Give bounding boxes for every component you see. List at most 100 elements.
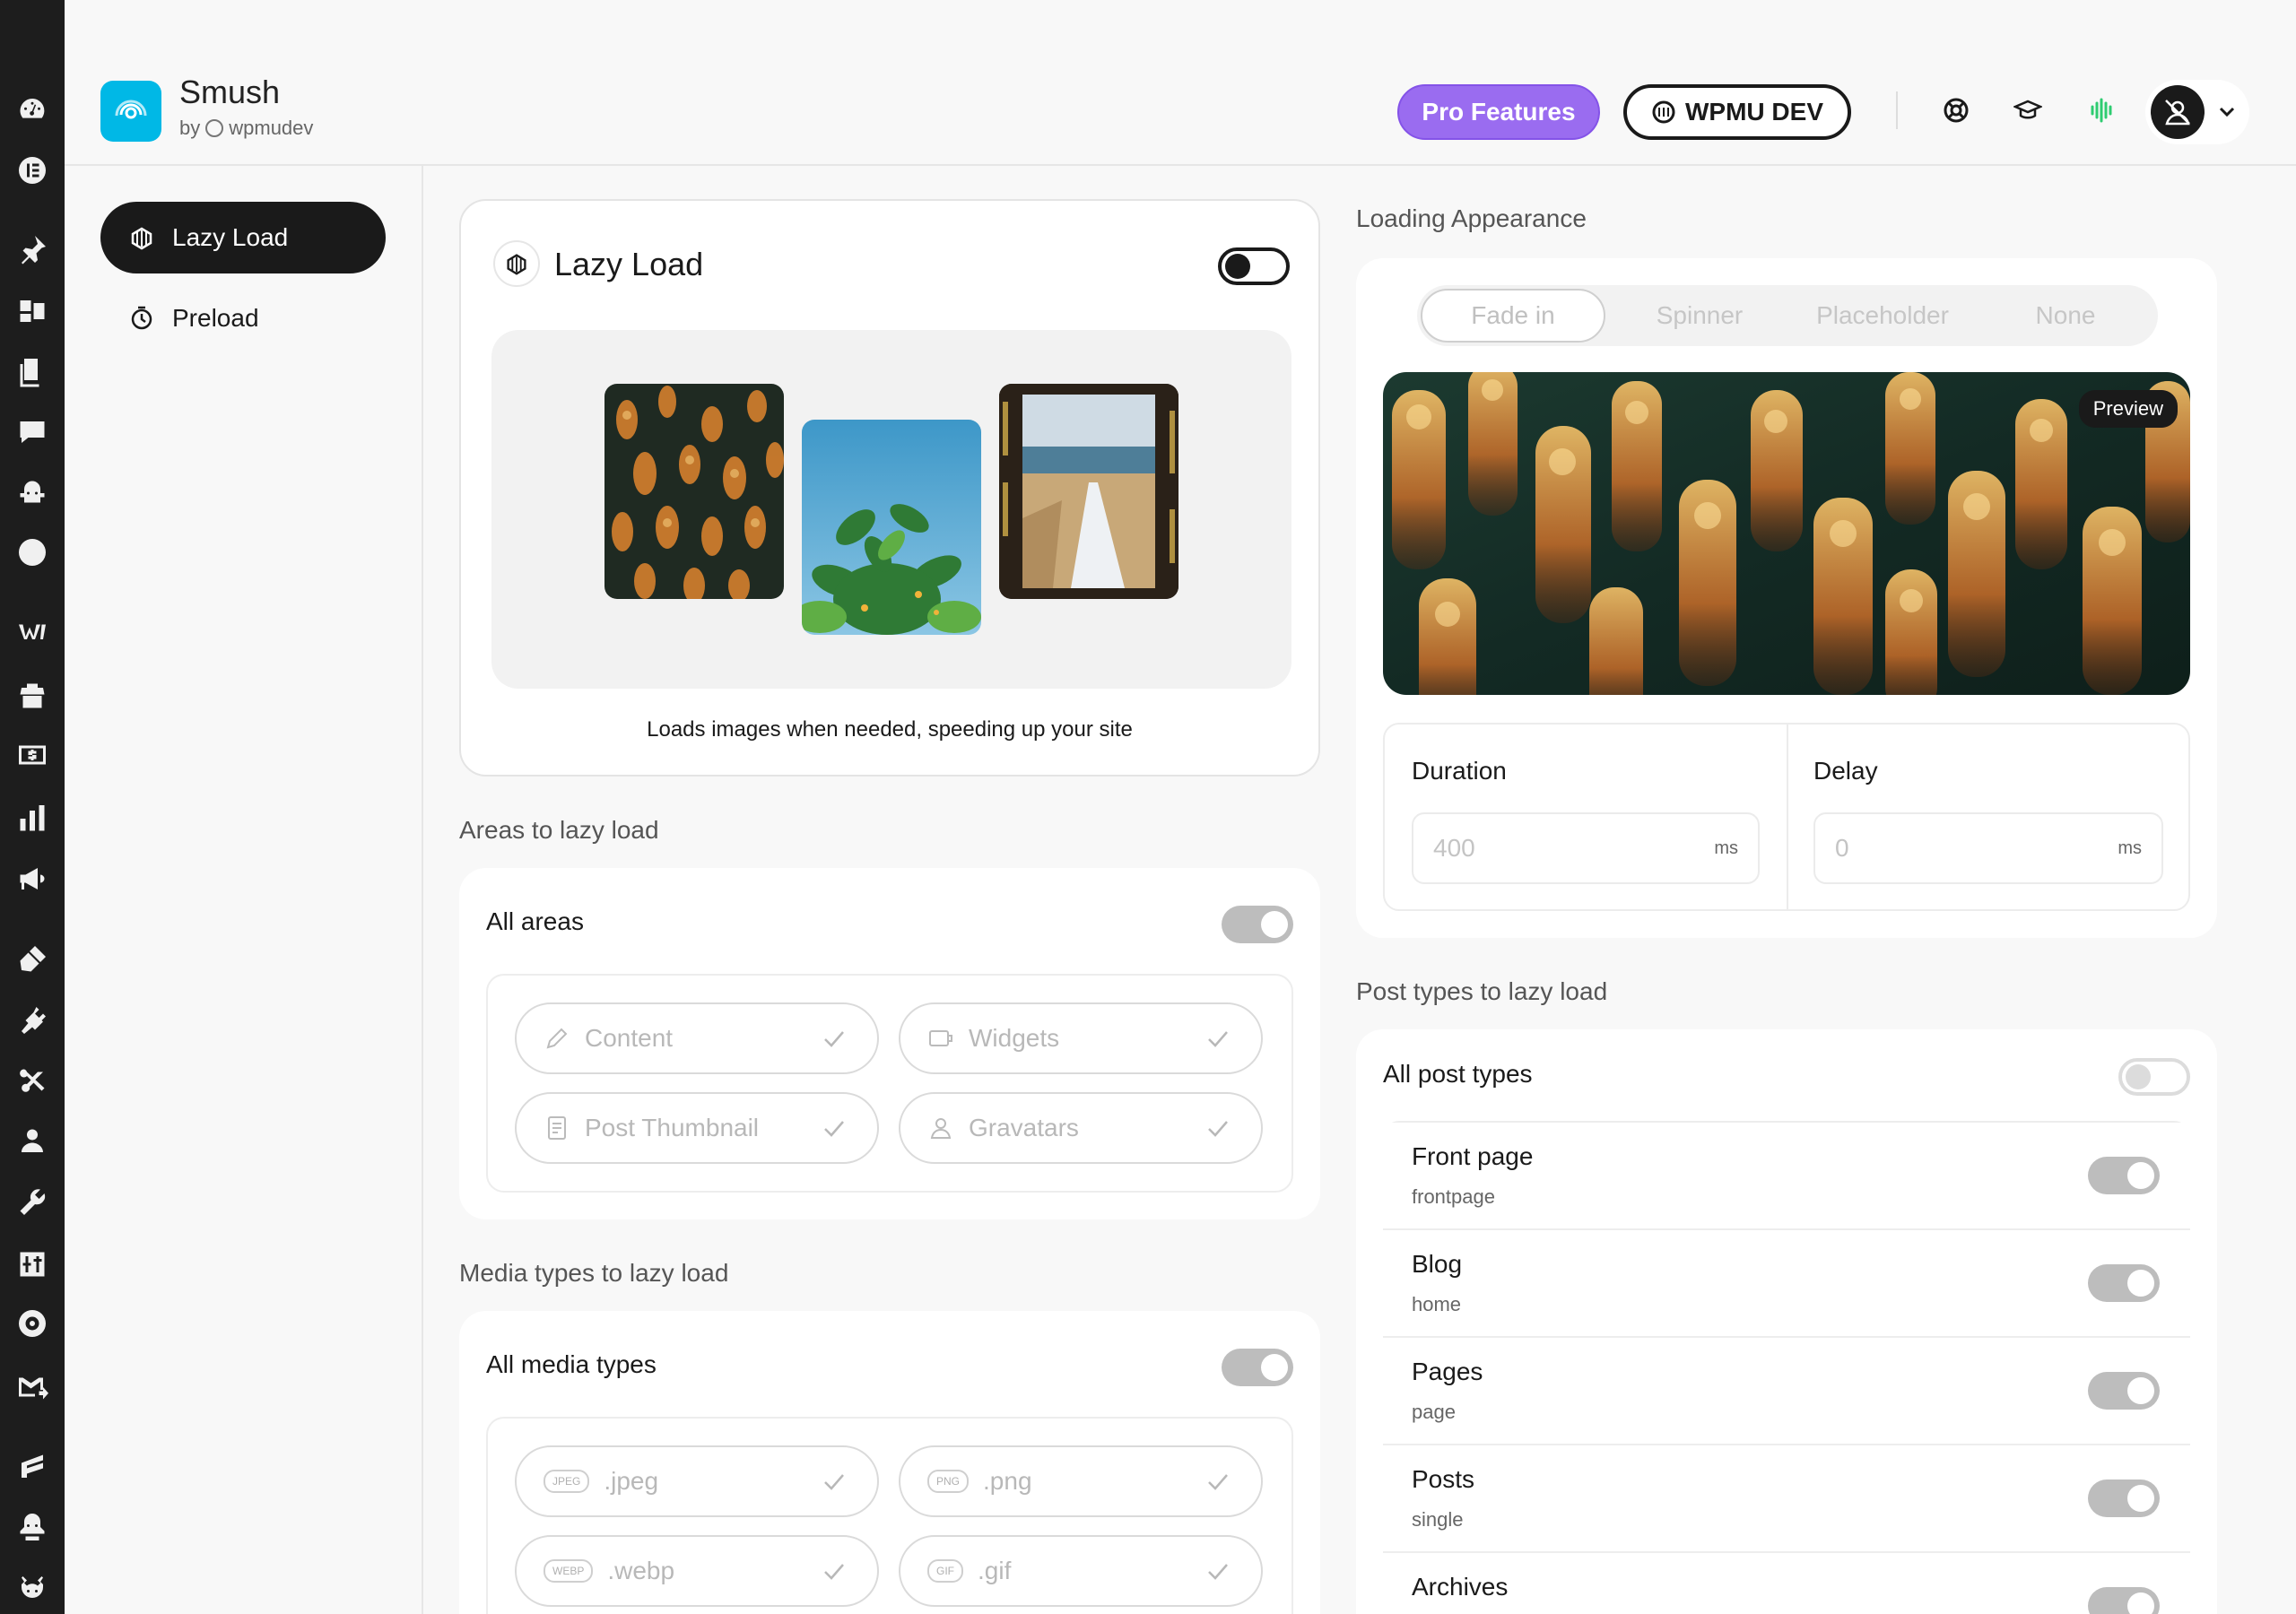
delay-label: Delay (1813, 757, 1878, 785)
post-type-title: Blog (1412, 1250, 1463, 1278)
app-title: Smush (179, 74, 281, 110)
mail-icon[interactable] (14, 1369, 50, 1405)
area-option-label: Gravatars (969, 1114, 1079, 1141)
post-type-row-front-page: Front page frontpage (1383, 1123, 2190, 1230)
lazy-load-illustration (491, 330, 1292, 689)
app-byline: by wpmudev (179, 117, 313, 140)
pages-icon[interactable] (14, 354, 50, 390)
delay-input[interactable]: 0 ms (1813, 812, 2163, 884)
media-options: JPEG .jpeg PNG .png WEBP .webp GIF .gif (486, 1417, 1293, 1614)
areas-card: All areas Content Widgets Post Thumbnail… (459, 868, 1320, 1219)
appearance-segmented-control: Fade in Spinner Placeholder None (1417, 285, 2158, 346)
lazy-load-toggle[interactable] (1218, 247, 1290, 285)
check-icon (1208, 1121, 1228, 1137)
document-icon (548, 1116, 566, 1140)
elementor-icon[interactable] (14, 152, 50, 188)
nav-label-preload: Preload (172, 304, 259, 332)
check-icon (1208, 1564, 1228, 1580)
lazy-load-card-title: Lazy Load (554, 246, 704, 282)
nav-label-lazy-load: Lazy Load (172, 223, 289, 251)
area-option-gravatars[interactable]: Gravatars (899, 1092, 1263, 1164)
lazy-load-icon (131, 227, 152, 250)
analytics-icon[interactable] (14, 801, 50, 837)
user-icon (930, 1118, 952, 1139)
timing-panel: Duration 400 ms Delay 0 ms (1383, 723, 2190, 911)
check-icon (1208, 1031, 1228, 1047)
byline-prefix: by (179, 117, 201, 139)
duration-label: Duration (1412, 757, 1507, 785)
support-lifebuoy-icon[interactable] (1935, 90, 1977, 131)
media-option-jpeg[interactable]: JPEG .jpeg (515, 1445, 879, 1517)
hub-pulse-icon[interactable] (2081, 90, 2122, 131)
user-avatar-icon[interactable] (2151, 85, 2205, 139)
integrations-icon[interactable] (14, 1569, 50, 1605)
woocommerce-icon[interactable] (14, 613, 50, 649)
media-option-label: .jpeg (604, 1467, 659, 1495)
payments-icon[interactable] (14, 737, 50, 773)
all-post-types-toggle[interactable] (2118, 1058, 2190, 1096)
timing-divider (1787, 725, 1788, 909)
users-icon[interactable] (14, 1124, 50, 1159)
check-icon (824, 1564, 844, 1580)
area-option-widgets[interactable]: Widgets (899, 1002, 1263, 1074)
widget-icon (929, 1030, 952, 1046)
pencil-icon (546, 1028, 568, 1049)
post-type-toggle-pages[interactable] (2088, 1372, 2160, 1410)
post-type-slug: home (1412, 1293, 1462, 1315)
post-type-row-pages: Pages page (1383, 1338, 2190, 1445)
smush-logo-icon (100, 81, 161, 142)
post-type-toggle-posts[interactable] (2088, 1480, 2160, 1517)
media-option-gif[interactable]: GIF .gif (899, 1535, 1263, 1607)
snippets-icon[interactable] (14, 1063, 50, 1099)
media-option-png[interactable]: PNG .png (899, 1445, 1263, 1517)
beach-film-thumbnail-image (999, 384, 1178, 599)
all-areas-toggle[interactable] (1222, 906, 1293, 943)
appearance-icon[interactable] (14, 941, 50, 977)
all-media-toggle[interactable] (1222, 1349, 1293, 1386)
jpeg-badge-icon: JPEG (544, 1470, 590, 1493)
plugin-header: Smush by wpmudev Pro Features WPMU DEV (65, 0, 2296, 166)
lazy-load-description: Loads images when needed, speeding up yo… (647, 717, 1133, 742)
area-option-label: Widgets (969, 1024, 1060, 1052)
dashboard-icon[interactable] (14, 91, 50, 127)
tools-icon[interactable] (14, 1184, 50, 1219)
wpmudev-mini-icon (205, 119, 224, 137)
settings-sliders-icon[interactable] (14, 1246, 50, 1282)
speed-icon[interactable] (14, 534, 50, 570)
store-icon[interactable] (14, 678, 50, 714)
appearance-option-none[interactable]: None (1973, 285, 2158, 346)
duration-input[interactable]: 400 ms (1412, 812, 1760, 884)
appearance-option-placeholder[interactable]: Placeholder (1790, 285, 1975, 346)
settings-nav: Lazy Load Preload (65, 166, 423, 1614)
hub-icon[interactable] (14, 475, 50, 511)
academy-cap-icon[interactable] (2007, 90, 2048, 131)
pro-features-button[interactable]: Pro Features (1397, 84, 1600, 140)
appearance-option-spinner[interactable]: Spinner (1607, 285, 1792, 346)
pin-icon[interactable] (14, 231, 50, 267)
media-option-webp[interactable]: WEBP .webp (515, 1535, 879, 1607)
post-type-toggle-blog[interactable] (2088, 1264, 2160, 1302)
media-icon[interactable] (14, 293, 50, 329)
wpmu-dev-button[interactable]: WPMU DEV (1623, 84, 1851, 140)
area-option-content[interactable]: Content (515, 1002, 879, 1074)
post-type-toggle-archives[interactable] (2088, 1587, 2160, 1614)
chevron-down-icon[interactable] (2215, 100, 2239, 124)
gear-icon[interactable] (14, 1306, 50, 1341)
all-media-label: All media types (486, 1350, 657, 1378)
post-type-title: Pages (1412, 1358, 1483, 1385)
duration-placeholder: 400 (1433, 834, 1475, 862)
post-type-title: Front page (1412, 1142, 1534, 1170)
media-option-label: .png (983, 1467, 1032, 1495)
appearance-option-fade-in[interactable]: Fade in (1421, 289, 1605, 343)
post-type-row-archives: Archives (1383, 1553, 2190, 1614)
plugins-icon[interactable] (14, 1002, 50, 1038)
nav-item-lazy-load[interactable]: Lazy Load (100, 202, 386, 273)
smush-wp-icon[interactable] (14, 1449, 50, 1485)
wpmudev-icon (1652, 100, 1675, 124)
comments-icon[interactable] (14, 414, 50, 450)
area-option-post-thumbnail[interactable]: Post Thumbnail (515, 1092, 879, 1164)
marketing-icon[interactable] (14, 861, 50, 897)
defender-icon[interactable] (14, 1509, 50, 1545)
post-type-toggle-front-page[interactable] (2088, 1157, 2160, 1194)
nav-item-preload[interactable]: Preload (100, 282, 386, 354)
